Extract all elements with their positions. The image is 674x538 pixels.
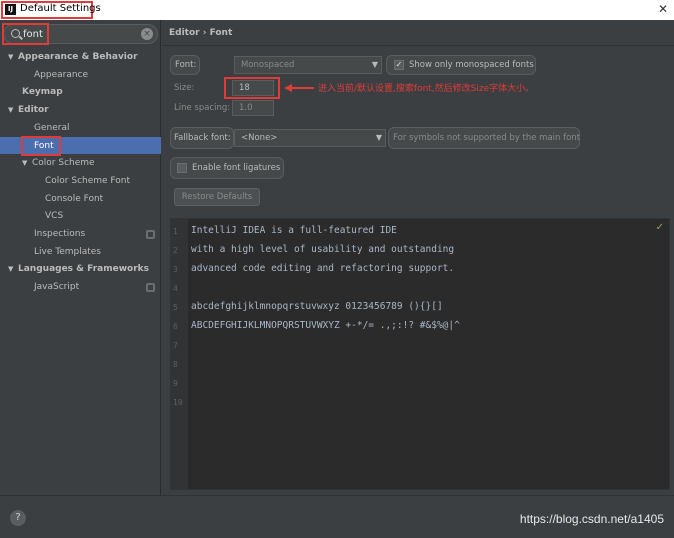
clear-search-icon[interactable]: ×	[141, 28, 153, 40]
line-number: 4	[173, 284, 178, 293]
tree-item-inspections[interactable]: Inspections	[34, 226, 85, 242]
tree-item-appearance[interactable]: Appearance	[34, 67, 88, 83]
fallback-label: Fallback font:	[174, 133, 231, 143]
close-icon[interactable]: ✕	[658, 2, 668, 16]
preview-line: ABCDEFGHIJKLMNOPQRSTUVWXYZ +-*/= .,;:!? …	[191, 320, 460, 331]
preview-line: abcdefghijklmnopqrstuvwxyz 0123456789 ()…	[191, 301, 443, 312]
annotation-arrow-icon	[284, 84, 314, 92]
line-number: 7	[173, 341, 178, 350]
intellij-logo-icon: IJ	[5, 4, 16, 15]
size-highlight-box	[224, 77, 280, 99]
font-preview-editor[interactable]: 1 2 3 4 5 6 7 8 9 10 IntelliJ IDEA is a …	[170, 218, 670, 490]
fallback-hint: For symbols not supported by the main fo…	[393, 133, 581, 143]
window-title: Default Settings	[20, 3, 101, 14]
watermark: https://blog.csdn.net/a1405	[519, 512, 664, 526]
line-number: 10	[173, 398, 183, 407]
line-number: 6	[173, 322, 178, 331]
font-combo[interactable]: Monospaced ▼	[234, 56, 382, 74]
preview-line: IntelliJ IDEA is a full-featured IDE	[191, 225, 397, 236]
expand-arrow-icon: ▼	[8, 53, 14, 61]
font-highlight-box	[21, 136, 61, 156]
expand-arrow-icon: ▼	[22, 159, 28, 167]
check-icon: ✓	[655, 222, 664, 233]
line-number: 1	[173, 227, 178, 236]
fallback-combo[interactable]: <None> ▼	[234, 129, 386, 147]
line-number: 3	[173, 265, 178, 274]
tree-item-vcs[interactable]: VCS	[45, 208, 63, 224]
tree-item-console-font[interactable]: Console Font	[45, 191, 103, 207]
font-label: Font:	[175, 60, 197, 70]
show-monospaced-label: Show only monospaced fonts	[409, 60, 534, 70]
tree-item-live-templates[interactable]: Live Templates	[34, 244, 101, 260]
divider	[162, 45, 674, 46]
settings-sidebar: × ▼Appearance & Behavior Appearance Keym…	[0, 20, 161, 495]
tree-item-appearance-behavior[interactable]: ▼ Appearance & Behavior	[8, 49, 138, 65]
chevron-down-icon: ▼	[375, 133, 382, 142]
help-icon[interactable]: ?	[10, 510, 26, 526]
chevron-down-icon: ▼	[371, 60, 378, 69]
size-label: Size:	[174, 83, 195, 93]
annotation-note: 进入当前/默认设置,搜索font,然后修改Size字体大小。	[318, 84, 535, 94]
tree-item-languages-frameworks[interactable]: ▼ Languages & Frameworks	[8, 261, 149, 277]
font-combo-value: Monospaced	[241, 60, 295, 70]
line-number: 2	[173, 246, 178, 255]
tree-item-color-scheme[interactable]: ▼ Color Scheme	[22, 155, 95, 171]
ligatures-label: Enable font ligatures	[192, 163, 281, 173]
line-number: 5	[173, 303, 178, 312]
tree-item-general[interactable]: General	[34, 120, 69, 136]
tree-item-keymap[interactable]: Keymap	[22, 84, 63, 100]
line-number: 9	[173, 379, 178, 388]
title-bar: IJ Default Settings ✕	[0, 0, 674, 20]
fallback-combo-value: <None>	[241, 133, 278, 143]
line-number: 8	[173, 360, 178, 369]
show-monospaced-checkbox[interactable]: ✓	[394, 60, 404, 70]
preview-line: with a high level of usability and outst…	[191, 244, 455, 255]
tree-item-javascript[interactable]: JavaScript	[34, 279, 79, 295]
search-highlight-box	[2, 23, 49, 45]
line-number-gutter: 1 2 3 4 5 6 7 8 9 10	[171, 219, 189, 489]
tree-item-color-scheme-font[interactable]: Color Scheme Font	[45, 173, 130, 189]
gear-icon	[146, 230, 155, 239]
expand-arrow-icon: ▼	[8, 265, 14, 273]
expand-arrow-icon: ▼	[8, 106, 14, 114]
dialog-footer: ? https://blog.csdn.net/a1405	[0, 495, 674, 538]
line-spacing-input[interactable]: 1.0	[232, 100, 274, 116]
font-settings-panel: Editor › Font Font: Monospaced ▼ ✓ Show …	[162, 20, 674, 495]
preview-line: advanced code editing and refactoring su…	[191, 263, 455, 274]
line-spacing-label: Line spacing:	[174, 103, 231, 113]
breadcrumb: Editor › Font	[169, 28, 233, 38]
ligatures-checkbox[interactable]	[177, 163, 187, 173]
restore-defaults-button[interactable]: Restore Defaults	[174, 188, 260, 206]
gear-icon	[146, 283, 155, 292]
tree-item-editor[interactable]: ▼ Editor	[8, 102, 49, 118]
